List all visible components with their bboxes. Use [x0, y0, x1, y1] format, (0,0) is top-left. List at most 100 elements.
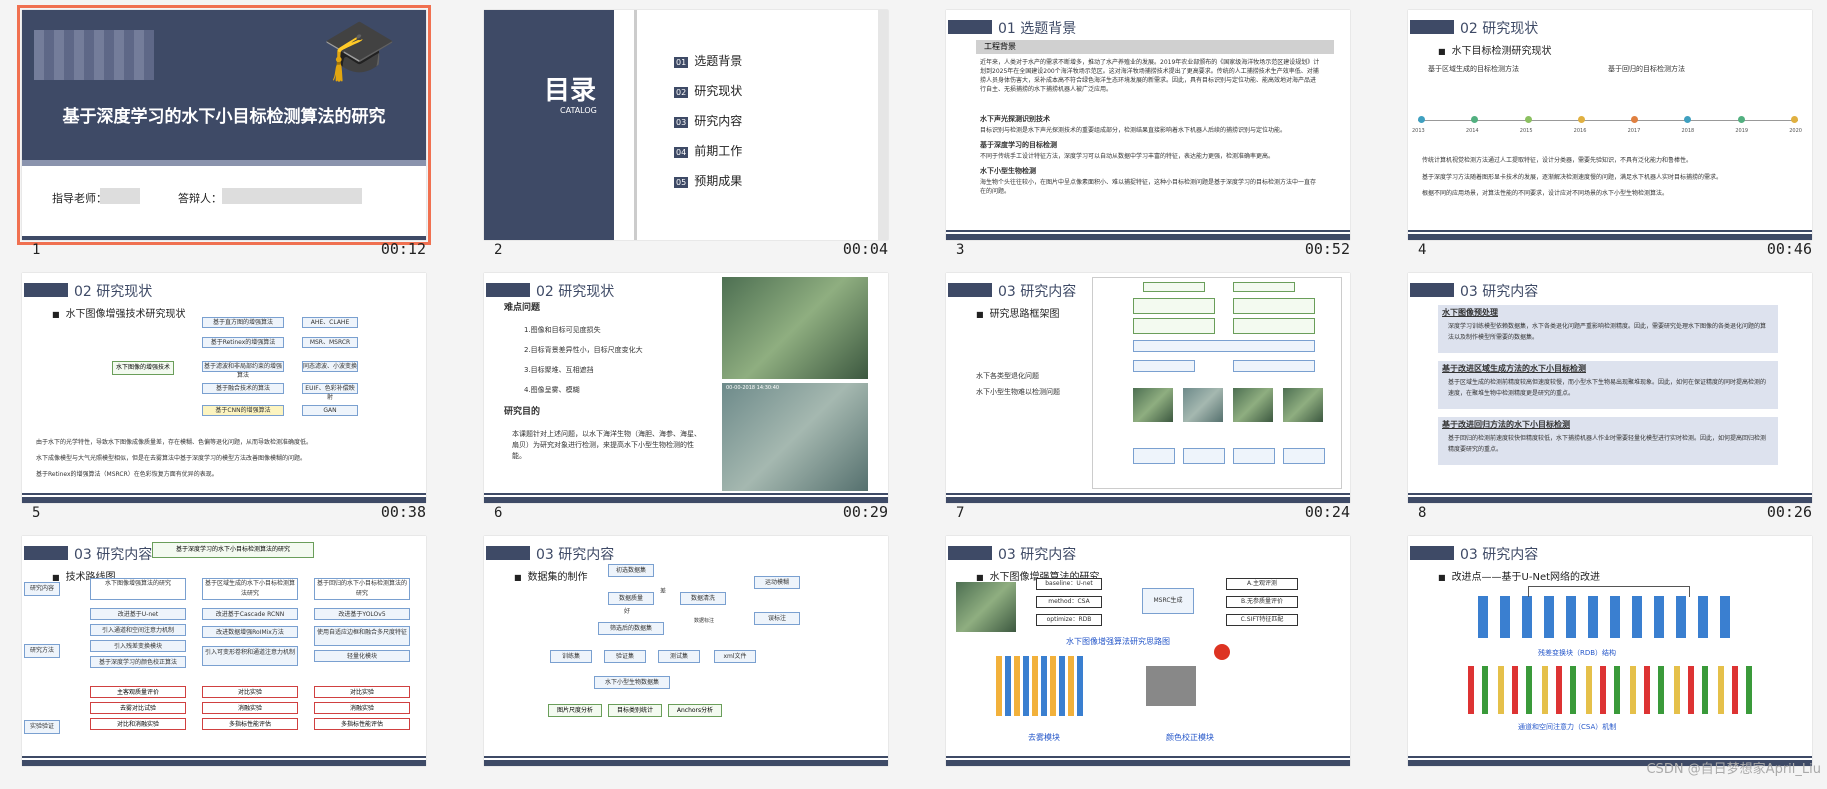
slide-6-preview[interactable]: 02 研究现状 难点问题 1.图像和目标可见度损失 2.目标背景差异性小，目标尺… — [484, 273, 888, 503]
slide-number: 1 — [32, 242, 41, 258]
slide-10-preview[interactable]: 03 研究内容 数据集的制作 初选数据集 数据质量 数据清洗 差 好 筛选后的数… — [484, 536, 888, 766]
slide-4-preview[interactable]: 02 研究现状 水下目标检测研究现状 基于区域生成的目标检测方法 基于回归的目标… — [1408, 10, 1812, 240]
method-node: 改进数据增强RoIMix方法 — [202, 626, 298, 638]
branch-node: 基于滤波和非局部约束的增强算法 — [202, 361, 284, 379]
flow-node: 测试集 — [658, 650, 700, 663]
slide-3-preview[interactable]: 01 选题背景 工程背景 近年来，人类对于水产的需求不断增多，推动了水产养殖业的… — [946, 10, 1350, 240]
leaf-node: GAN — [302, 405, 358, 416]
caption-2: 去雾模块 — [1028, 733, 1060, 742]
slide-duration: 00:24 — [1304, 503, 1350, 521]
experiment-node: 主客观质量评价 — [90, 686, 186, 698]
flow-node: 筛选后的数据集 — [598, 622, 664, 635]
slide-thumb-7[interactable]: 03 研究内容 研究思路框架图 水下各类型退化问题 水下小型生物难以检测问题 — [924, 263, 1386, 526]
method-node: 使用自适应边框和融合多尺度特征 — [314, 626, 410, 646]
slide-subtitle: 研究思路框架图 — [976, 305, 1060, 320]
flow-node: 数据质量 — [608, 592, 654, 605]
slide-thumb-9[interactable]: 03 研究内容 技术路线图 基于深度学习的水下小目标检测算法的研究 研究内容 研… — [0, 526, 462, 789]
flow-node: 训练集 — [550, 650, 592, 663]
flow-node: 误标注 — [754, 612, 800, 625]
slide-thumb-10[interactable]: 03 研究内容 数据集的制作 初选数据集 数据质量 数据清洗 差 好 筛选后的数… — [462, 526, 924, 789]
caption-1: 残差变换块（RDB）结构 — [1538, 649, 1617, 657]
csa-diagram — [1468, 666, 1758, 714]
para-2: 基于区域生成的检测前精度较高但速度较慢，而小型水下生物易出现聚堆现象。因此，如何… — [1448, 379, 1767, 397]
slide-thumb-5[interactable]: 02 研究现状 水下图像增强技术研究现状 水下图像的增强技术 基于直方图的增强算… — [0, 263, 462, 526]
slide-thumbnail-grid: 🎓 基于深度学习的水下小目标检测算法的研究 指导老师： 答辩人： 1 00:12… — [0, 0, 1827, 779]
unet-diagram — [1478, 596, 1738, 638]
timeline-label-2: 基于回归的目标检测方法 — [1608, 65, 1685, 73]
underwater-photo — [722, 383, 868, 491]
slide-5-preview[interactable]: 02 研究现状 水下图像增强技术研究现状 水下图像的增强技术 基于直方图的增强算… — [22, 273, 426, 503]
problem-1: 水下各类型退化问题 — [976, 372, 1039, 380]
graduation-cap-icon: 🎓 — [322, 15, 397, 85]
bullet-1: 由于水下的光学特性，导致水下图像成像质量差，存在模糊、色偏等退化问题，从而导致检… — [36, 439, 313, 446]
list-item: 2.目标背景差异性小，目标尺度变化大 — [524, 346, 643, 354]
blurred-student — [222, 188, 362, 204]
advisor-label: 指导老师： — [52, 192, 107, 205]
slide-subtitle: 水下目标检测研究现状 — [1438, 42, 1552, 57]
bullet-3: 基于Retinex的增强算法（MSRCR）在色彩恢复方面有优异的表现。 — [36, 471, 218, 478]
slide-thumb-2[interactable]: 目录 CATALOG 01 选题背景 02 研究现状 03 研究内容 04 前期工作 0… — [462, 0, 924, 263]
slide-9-preview[interactable]: 03 研究内容 技术路线图 基于深度学习的水下小目标检测算法的研究 研究内容 研… — [22, 536, 426, 766]
heading-3: 基于改进回归方法的水下小目标检测 — [1442, 420, 1570, 429]
section-title: 03 研究内容 — [74, 547, 153, 563]
method-label: method：CSA — [1036, 596, 1102, 608]
eval-node: A.主观评测 — [1226, 578, 1298, 590]
catalog-title: 目录 — [544, 76, 597, 106]
experiment-node: 多指标性能评估 — [202, 718, 298, 730]
msrc-node: MSRC生成 — [1142, 588, 1194, 614]
experiment-node: 对比实验 — [202, 686, 298, 698]
timeline-label-1: 基于区域生成的目标检测方法 — [1428, 65, 1519, 73]
slide-thumb-3[interactable]: 01 选题背景 工程背景 近年来，人类对于水产的需求不断增多，推动了水产养殖业的… — [924, 0, 1386, 263]
slide-8-preview[interactable]: 03 研究内容 水下图像预处理 深度学习训练模型依赖数据集，水下各类退化问题严重… — [1408, 273, 1812, 503]
purpose-para: 本课题针对上述问题，以水下海洋生物（海胆、海参、海星、扇贝）为研究对象进行检测，… — [512, 430, 701, 460]
flow-node: 目标类别统计 — [608, 704, 662, 717]
section-title: 01 选题背景 — [998, 21, 1077, 37]
slide-11-preview[interactable]: 03 研究内容 水下图像增强算法的研究 baseline：U-net metho… — [946, 536, 1350, 766]
slide-thumb-4[interactable]: 02 研究现状 水下目标检测研究现状 基于区域生成的目标检测方法 基于回归的目标… — [1386, 0, 1827, 263]
flow-node: 图片尺度分析 — [548, 704, 602, 717]
method-node: 改进基于U-net — [90, 608, 186, 620]
branch-node: 基于Retinex的增强算法 — [202, 337, 284, 348]
experiment-node: 消融实验 — [314, 702, 410, 714]
slide-12-preview[interactable]: 03 研究内容 改进点——基于U-Net网络的改进 残差变换块（RDB）结构 通… — [1408, 536, 1812, 766]
watermark: CSDN @自日梦想家April_Liu — [1646, 762, 1821, 777]
baseline-label: baseline：U-net — [1036, 578, 1102, 590]
timeline-dots — [1418, 116, 1798, 123]
section-title: 03 研究内容 — [1460, 284, 1539, 300]
section-title: 03 研究内容 — [536, 547, 615, 563]
heading-1: 水下声光探测识别技术 — [980, 115, 1050, 123]
method-node: 基于深度学习的颜色校正算法 — [90, 656, 186, 668]
flow-node: xml文件 — [714, 650, 756, 663]
heading-3: 水下小型生物检测 — [980, 167, 1036, 175]
experiment-node: 去雾对比试验 — [90, 702, 186, 714]
slide-number: 7 — [956, 505, 965, 521]
flow-node: Anchors分析 — [668, 704, 722, 717]
method-node: 引入可变形卷积和通道注意力机制 — [202, 646, 298, 666]
optimize-label: optimize：RDB — [1036, 614, 1102, 626]
heading-2: 基于改进区域生成方法的水下小目标检测 — [1442, 364, 1586, 373]
camera-icon — [1146, 666, 1196, 706]
bullet-2: 基于深度学习方法随着图形显卡技术的发展，逐渐解决检测速度慢的问题，满足水下机器人… — [1422, 174, 1723, 181]
slide-thumb-6[interactable]: 02 研究现状 难点问题 1.图像和目标可见度损失 2.目标背景差异性小，目标尺… — [462, 263, 924, 526]
experiment-node: 消融实验 — [202, 702, 298, 714]
slide-thumb-12[interactable]: 03 研究内容 改进点——基于U-Net网络的改进 残差变换块（RDB）结构 通… — [1386, 526, 1827, 789]
slide-2-preview[interactable]: 目录 CATALOG 01 选题背景 02 研究现状 03 研究内容 04 前期工作 0… — [484, 10, 888, 240]
column-head: 水下图像增强算法的研究 — [90, 578, 186, 600]
section-title: 03 研究内容 — [998, 547, 1077, 563]
slide-thumb-1[interactable]: 🎓 基于深度学习的水下小目标检测算法的研究 指导老师： 答辩人： 1 00:12 — [0, 0, 462, 263]
input-photo — [956, 582, 1016, 632]
para-2: 目标识别与检测是水下声光探测技术的重要组成部分，检测结果直接影响着水下机器人后续… — [980, 127, 1287, 134]
blurred-logo — [34, 30, 154, 80]
bullet-1: 传统计算机视觉检测方法通过人工提取特征，设计分类器，需要先验知识，不具有泛化能力… — [1422, 157, 1693, 164]
slide-number: 8 — [1418, 505, 1427, 521]
slide-7-preview[interactable]: 03 研究内容 研究思路框架图 水下各类型退化问题 水下小型生物难以检测问题 — [946, 273, 1350, 503]
section-box: 工程背景 — [976, 40, 1334, 54]
root-node: 水下图像的增强技术 — [112, 361, 174, 375]
slide-1-preview[interactable]: 🎓 基于深度学习的水下小目标检测算法的研究 指导老师： 答辩人： — [17, 5, 431, 245]
framework-diagram — [1092, 277, 1342, 489]
para-3: 基于回归的检测前速度较快但精度较低，水下捕捞机器人作业时需要轻量化模型进行实时检… — [1448, 435, 1767, 453]
slide-thumb-8[interactable]: 03 研究内容 水下图像预处理 深度学习训练模型依赖数据集，水下各类退化问题严重… — [1386, 263, 1827, 526]
eval-node: C.SIFT特征匹配 — [1226, 614, 1298, 626]
flow-node: 验证集 — [604, 650, 646, 663]
slide-thumb-11[interactable]: 03 研究内容 水下图像增强算法的研究 baseline：U-net metho… — [924, 526, 1386, 789]
